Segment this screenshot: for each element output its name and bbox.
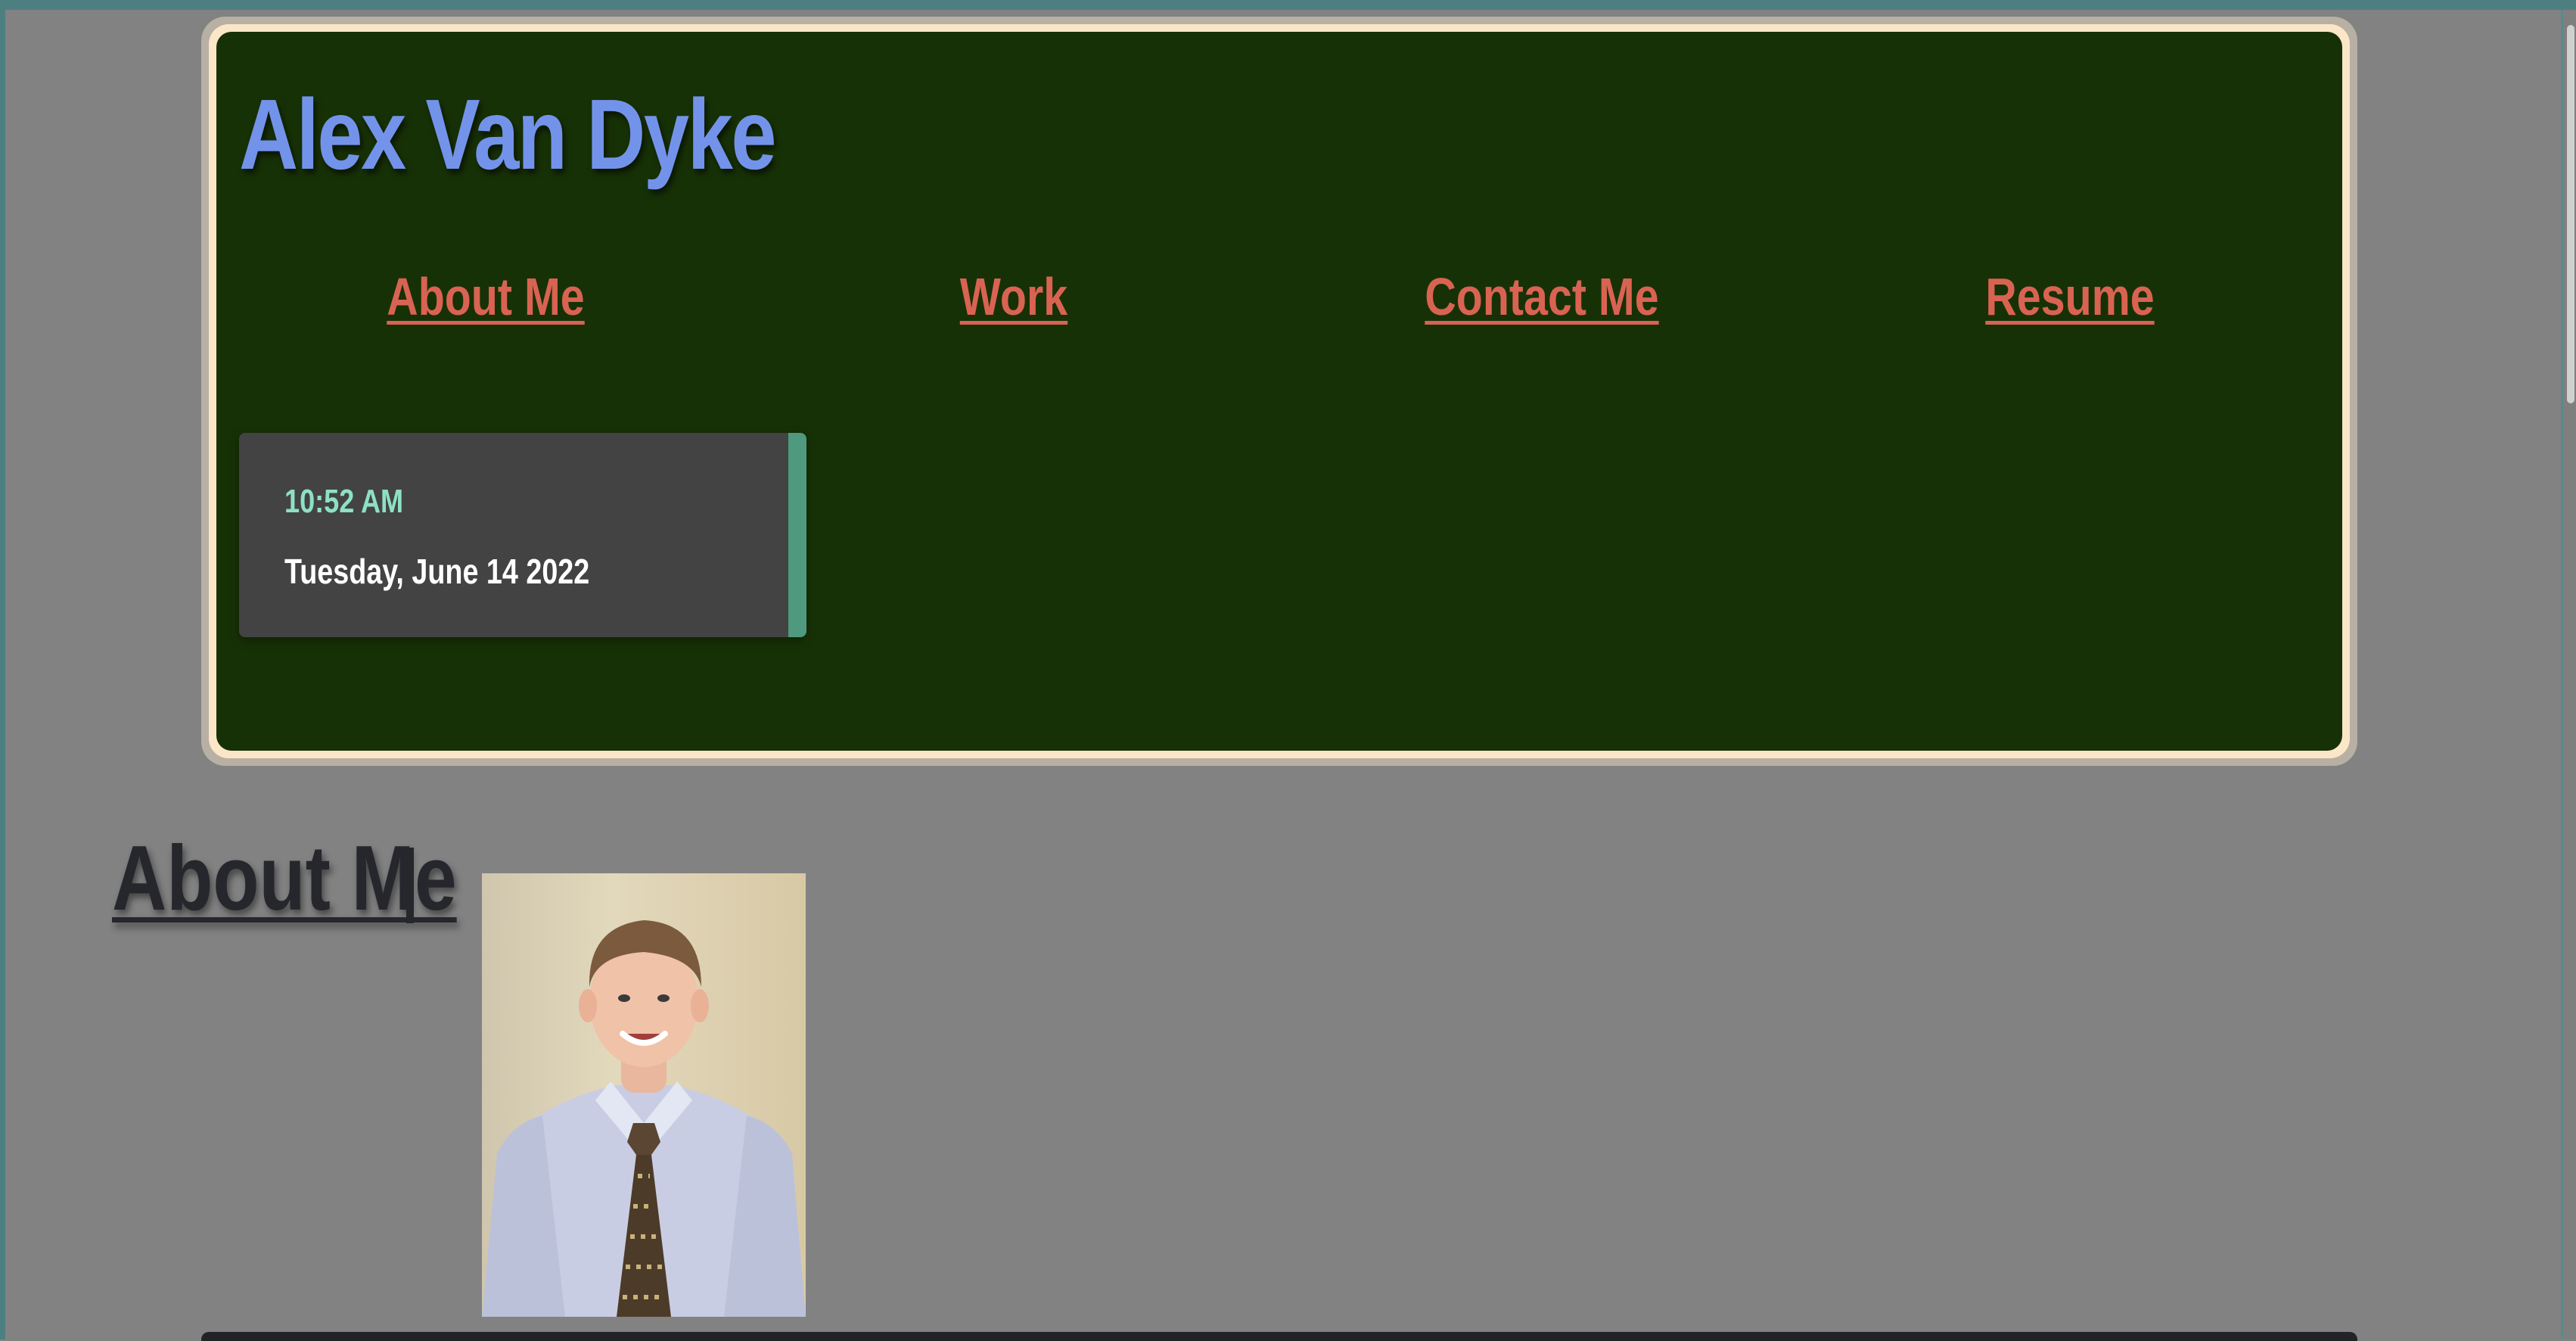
about-me-heading: About Me xyxy=(112,826,457,929)
header-card: Alex Van Dyke About Me Work Contact Me R… xyxy=(201,17,2357,766)
nav-link-resume[interactable]: Resume xyxy=(1985,266,2154,327)
scrollbar-thumb[interactable] xyxy=(2567,25,2574,403)
nav-link-contact-me[interactable]: Contact Me xyxy=(1425,266,1658,327)
datetime-card: 10:52 AM Tuesday, June 14 2022 xyxy=(239,433,806,637)
main-nav: About Me Work Contact Me Resume xyxy=(216,266,2342,342)
profile-photo xyxy=(482,873,806,1317)
header-panel: Alex Van Dyke About Me Work Contact Me R… xyxy=(216,32,2342,751)
nav-link-about-me[interactable]: About Me xyxy=(387,266,584,327)
nav-link-work[interactable]: Work xyxy=(960,266,1067,327)
text-cursor xyxy=(406,848,414,923)
profile-photo-illustration xyxy=(482,920,806,1317)
vertical-scrollbar[interactable] xyxy=(2561,10,2576,1339)
site-title: Alex Van Dyke xyxy=(239,79,777,190)
current-time: 10:52 AM xyxy=(284,483,404,520)
header-border: Alex Van Dyke About Me Work Contact Me R… xyxy=(209,24,2350,758)
footer-bar xyxy=(201,1332,2357,1341)
current-date: Tuesday, June 14 2022 xyxy=(284,552,590,591)
